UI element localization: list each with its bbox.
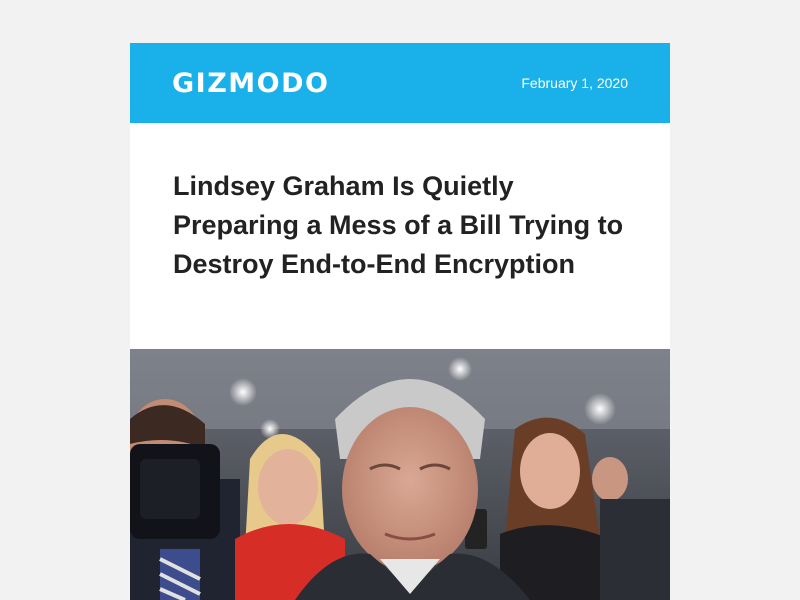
ceiling-light [584, 393, 616, 425]
ceiling-light [229, 378, 257, 406]
article-photo[interactable] [130, 349, 670, 600]
ceiling-light [448, 357, 472, 381]
headline-section: Lindsey Graham Is Quietly Preparing a Me… [130, 123, 670, 305]
gizmodo-logo[interactable]: GIZMODO [172, 68, 329, 99]
issue-date: February 1, 2020 [521, 75, 628, 91]
header-bar: GIZMODO February 1, 2020 [130, 43, 670, 123]
article-headline-link[interactable]: Lindsey Graham Is Quietly Preparing a Me… [173, 167, 628, 284]
email-card: GIZMODO February 1, 2020 Lindsey Graham … [130, 43, 670, 600]
